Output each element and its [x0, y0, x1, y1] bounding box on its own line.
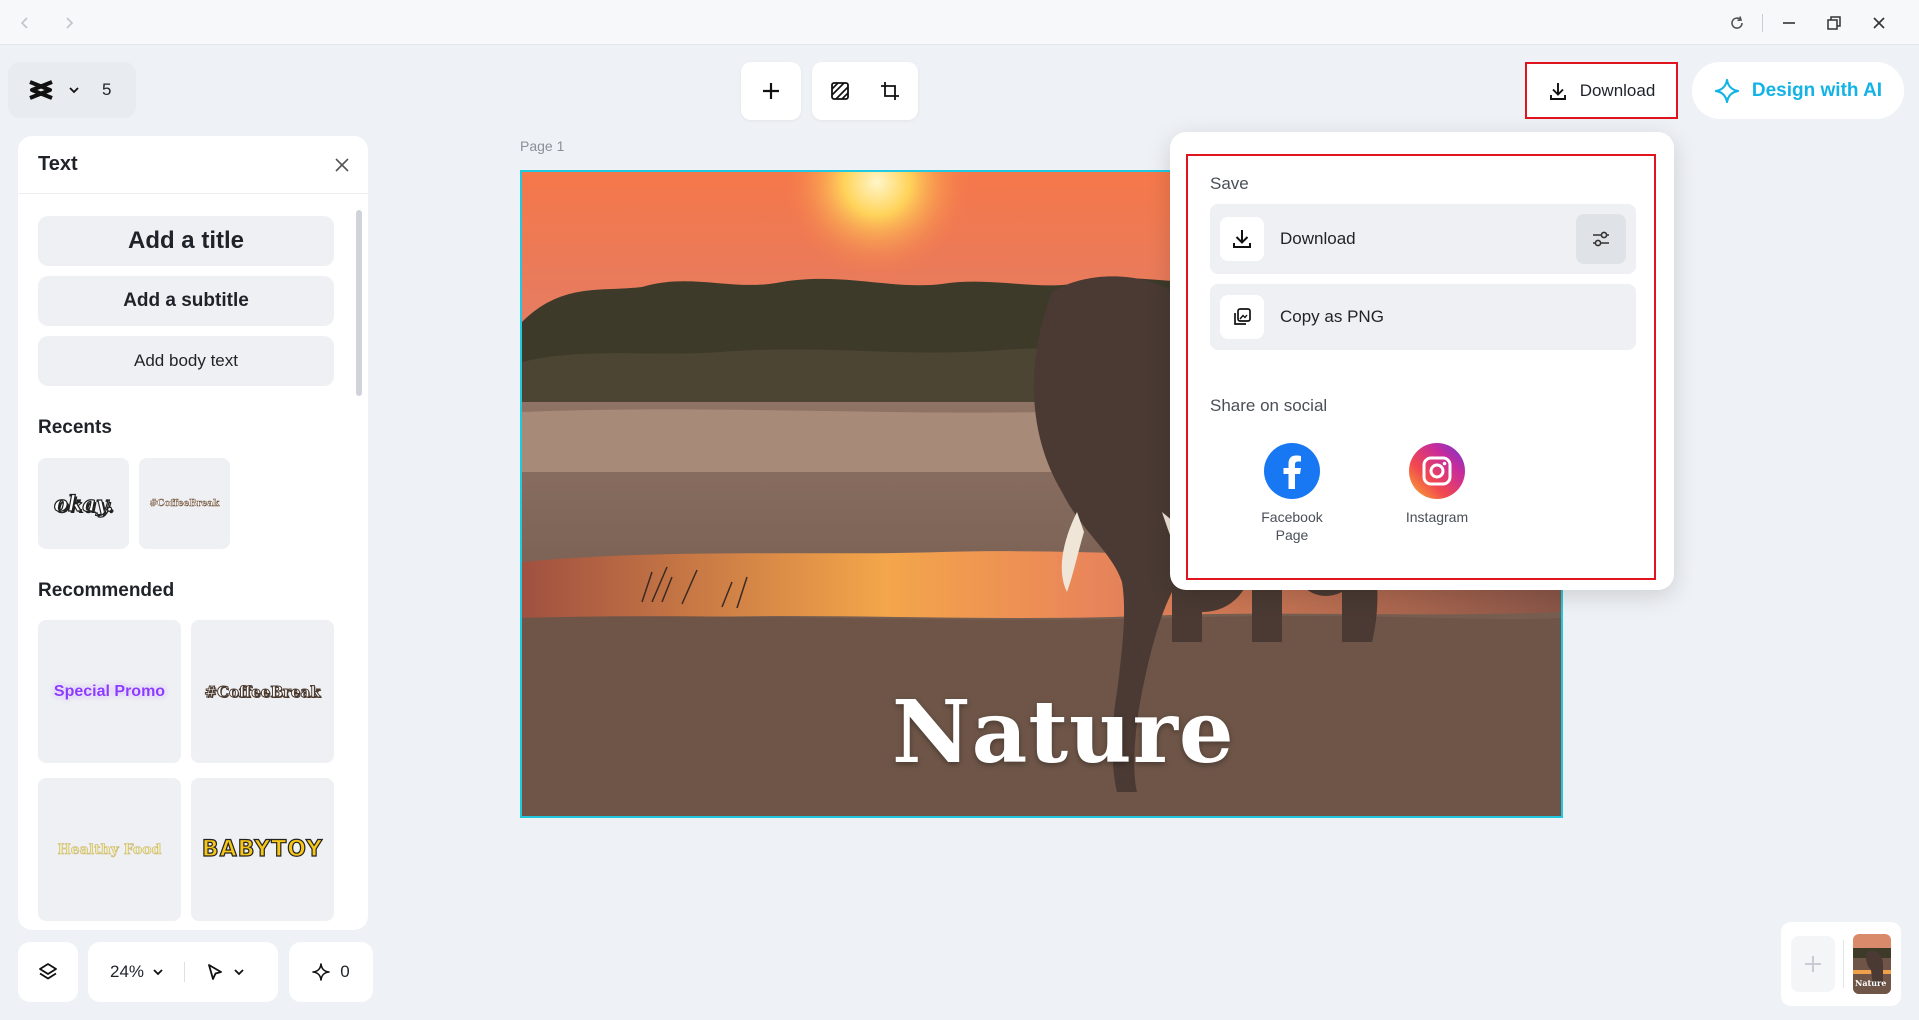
restore-icon — [1827, 16, 1841, 30]
share-heading: Share on social — [1210, 396, 1328, 415]
refresh-icon — [1731, 16, 1743, 29]
zoom-divider — [184, 962, 186, 982]
background-icon — [831, 82, 849, 100]
page-count: 5 — [102, 80, 112, 99]
recommended-style-coffee-break[interactable]: #CoffeeBreak — [191, 620, 334, 763]
instagram-label: Instagram — [1405, 509, 1469, 525]
copy-option-icon-box — [1220, 295, 1264, 339]
save-heading: Save — [1210, 174, 1249, 193]
recommended-heading: Recommended — [38, 580, 175, 601]
ai-sparkle-icon — [1714, 78, 1739, 103]
add-button[interactable] — [757, 77, 785, 105]
instagram-icon — [1409, 443, 1465, 499]
chevron-down-icon — [69, 87, 79, 94]
recommended-style-special-promo[interactable]: Special Promo — [38, 620, 181, 763]
back-button[interactable] — [12, 10, 38, 36]
copy-as-png-option[interactable]: Copy as PNG — [1210, 284, 1636, 350]
resize-button[interactable] — [876, 77, 904, 105]
sliders-icon — [1593, 231, 1609, 247]
zoom-level: 24% — [110, 962, 145, 981]
canvas-title-text[interactable]: Nature — [892, 682, 1235, 783]
facebook-page-label: Facebook Page — [1261, 509, 1323, 543]
close-icon — [335, 157, 349, 172]
refresh-button[interactable] — [1724, 10, 1750, 36]
recommended-style-healthy-food[interactable]: Healthy Food — [38, 778, 181, 921]
download-icon — [1549, 82, 1566, 100]
text-panel: Text Add a title Add a subtitle Add body… — [18, 136, 368, 930]
title-bar-divider — [1762, 14, 1763, 32]
layers-icon — [39, 963, 57, 980]
cursor-icon — [208, 964, 222, 980]
background-button[interactable] — [826, 77, 854, 105]
minimize-icon — [1783, 22, 1795, 24]
download-option-icon-box — [1220, 217, 1264, 261]
title-bar — [0, 0, 1919, 45]
pointer-tool-select[interactable] — [205, 962, 245, 982]
close-panel-button[interactable] — [334, 157, 350, 173]
download-button-label: Download — [1579, 80, 1656, 100]
text-panel-title: Text — [38, 153, 78, 175]
copy-icon — [1234, 308, 1251, 325]
recommended-style-babytoy[interactable]: BABYTOY — [191, 778, 334, 921]
chevron-right-icon — [66, 17, 74, 29]
restore-button[interactable] — [1821, 10, 1847, 36]
share-facebook-page[interactable]: Facebook Page — [1232, 442, 1352, 544]
forward-button[interactable] — [56, 10, 82, 36]
panel-scrollbar[interactable] — [356, 210, 362, 396]
page-thumbnail-1[interactable]: Nature — [1853, 934, 1891, 994]
add-toolbar — [741, 62, 801, 120]
chevron-left-icon — [20, 17, 28, 29]
sparkle-icon — [312, 963, 331, 981]
app-logo-icon — [29, 80, 53, 100]
plus-icon — [763, 83, 779, 99]
page-label: Page 1 — [520, 138, 565, 154]
download-button[interactable]: Download — [1525, 62, 1678, 119]
download-option[interactable]: Download — [1210, 204, 1636, 274]
add-subtitle-button[interactable]: Add a subtitle — [38, 276, 334, 326]
thumbnail-text: Nature — [1855, 978, 1887, 988]
chevron-down-icon — [153, 969, 163, 976]
plus-icon — [1805, 956, 1821, 972]
zoom-select[interactable]: 24% — [110, 962, 164, 982]
ai-credits-count: 0 — [340, 962, 350, 981]
text-panel-header: Text — [18, 136, 368, 194]
add-body-text-button[interactable]: Add body text — [38, 336, 334, 386]
zoom-cursor-group: 24% — [88, 942, 278, 1002]
project-menu[interactable]: 5 — [8, 62, 136, 118]
recents-heading: Recents — [38, 417, 112, 438]
chevron-down-icon — [234, 969, 244, 976]
download-options-panel: Save Download Copy as PNG Share on socia… — [1186, 154, 1656, 580]
design-with-ai-button[interactable]: Design with AI — [1692, 62, 1904, 119]
facebook-icon — [1264, 443, 1320, 499]
resize-icon — [881, 82, 899, 100]
close-window-button[interactable] — [1866, 10, 1892, 36]
add-page-button[interactable] — [1791, 936, 1835, 992]
download-dropdown: Save Download Copy as PNG Share on socia… — [1170, 132, 1674, 590]
download-settings-button[interactable] — [1576, 214, 1626, 264]
recent-style-coffee-break[interactable]: #CoffeeBreak — [139, 458, 230, 549]
design-with-ai-label: Design with AI — [1751, 79, 1883, 101]
minimize-button[interactable] — [1776, 10, 1802, 36]
share-instagram[interactable]: Instagram — [1377, 442, 1497, 526]
download-option-label: Download — [1280, 229, 1356, 248]
download-icon — [1233, 230, 1251, 248]
page-thumbnails: Nature — [1781, 922, 1901, 1006]
ai-credits-button[interactable]: 0 — [289, 942, 373, 1002]
thumbnail-divider — [1843, 940, 1844, 988]
recent-style-okay[interactable]: okay. — [38, 458, 129, 549]
canvas-toolbar — [812, 62, 918, 120]
copy-as-png-label: Copy as PNG — [1280, 307, 1384, 326]
close-icon — [1873, 17, 1885, 29]
add-title-button[interactable]: Add a title — [38, 216, 334, 266]
layers-button[interactable] — [18, 942, 78, 1002]
